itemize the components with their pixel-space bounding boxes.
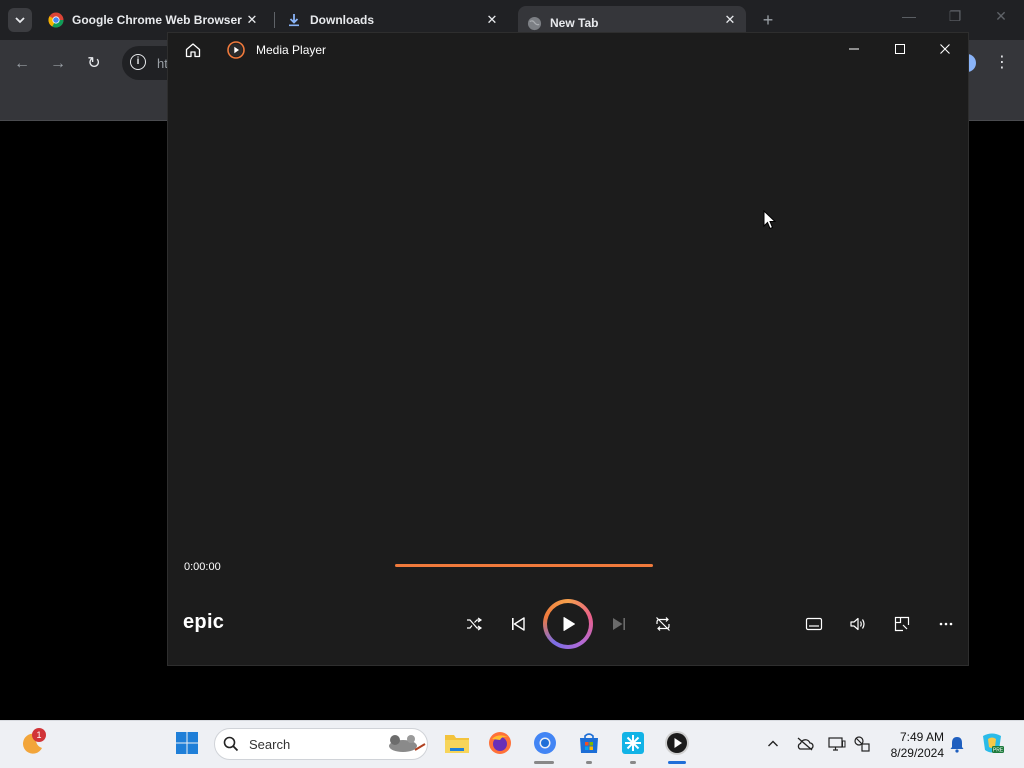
elapsed-time: 0:00:00 (184, 561, 221, 573)
new-tab-button[interactable]: + (758, 10, 778, 30)
more-horizontal-icon (939, 622, 953, 626)
file-explorer-taskbar-icon[interactable] (444, 730, 470, 756)
maximize-icon (895, 44, 905, 54)
volume-icon (850, 617, 865, 631)
running-indicator (534, 761, 554, 764)
media-player-titlebar: Media Player (168, 33, 968, 67)
app-taskbar-icon[interactable] (620, 730, 646, 756)
tab-divider (274, 12, 275, 28)
window-title: Media Player (256, 43, 327, 57)
next-icon (613, 618, 625, 630)
play-button[interactable] (543, 599, 593, 649)
notification-badge: 1 (32, 728, 46, 742)
clock-time: 7:49 AM (899, 730, 944, 744)
minimize-icon (849, 48, 859, 50)
tab-label: Downloads (310, 13, 375, 27)
folder-icon (445, 735, 469, 753)
chrome-icon (48, 12, 64, 28)
download-icon (286, 12, 302, 28)
tab-downloads[interactable]: Downloads ✕ (278, 6, 508, 34)
media-player-taskbar-icon[interactable] (664, 730, 690, 756)
shuffle-icon (467, 617, 483, 631)
captions-icon (805, 617, 823, 631)
tab-search-button[interactable] (8, 8, 32, 32)
mouse-cursor-icon (763, 210, 777, 230)
tab-chrome-web-browser[interactable]: Google Chrome Web Browser ✕ (40, 6, 268, 34)
running-indicator (630, 761, 636, 764)
clock-date: 8/29/2024 (890, 746, 944, 760)
running-indicator (586, 761, 592, 764)
previous-button[interactable] (506, 612, 530, 636)
bell-icon[interactable] (948, 735, 966, 753)
close-icon[interactable]: ✕ (484, 12, 500, 28)
maximize-button[interactable] (888, 39, 912, 59)
firefox-taskbar-icon[interactable] (487, 730, 513, 756)
search-icon (223, 736, 239, 752)
chrome-icon (534, 732, 556, 754)
tab-label: Google Chrome Web Browser (72, 13, 242, 27)
info-icon[interactable]: i (130, 54, 146, 70)
play-icon (563, 617, 575, 631)
back-icon[interactable]: ← (10, 52, 34, 76)
chrome-taskbar-icon[interactable] (532, 730, 558, 756)
play-button-inner (547, 603, 589, 645)
media-player-icon (665, 731, 689, 755)
store-taskbar-icon[interactable] (576, 730, 602, 756)
firefox-icon (489, 732, 511, 754)
captions-button[interactable] (802, 612, 826, 636)
album-brand-label: epic (183, 611, 225, 633)
miniplayer-icon (894, 616, 910, 632)
media-player-window: Media Player 0:00:00 epic (167, 32, 969, 666)
repeat-button[interactable] (651, 612, 675, 636)
minimize-icon[interactable]: — (897, 8, 921, 24)
start-button[interactable] (174, 730, 200, 756)
miniplayer-button[interactable] (890, 612, 914, 636)
chevron-up-icon[interactable] (764, 735, 782, 753)
windows-icon (176, 732, 198, 754)
close-icon[interactable]: ✕ (722, 12, 738, 28)
previous-icon (512, 617, 525, 631)
store-icon (580, 733, 598, 753)
next-button[interactable] (607, 612, 631, 636)
network-disconnected-icon[interactable] (853, 735, 871, 753)
active-indicator (668, 761, 686, 764)
tab-label: New Tab (550, 16, 599, 30)
chevron-down-icon (15, 17, 25, 24)
copilot-taskbar-icon[interactable]: PRE (979, 730, 1005, 756)
svg-text:PRE: PRE (993, 748, 1004, 754)
display-icon[interactable] (828, 735, 846, 753)
search-placeholder: Search (249, 737, 291, 752)
copilot-icon: PRE (983, 733, 1004, 754)
search-highlight-icon (389, 735, 426, 752)
more-options-button[interactable] (934, 612, 958, 636)
shuffle-button[interactable] (462, 612, 486, 636)
desktop: Google Chrome Web Browser ✕ Downloads ✕ … (0, 0, 1024, 768)
reload-icon[interactable]: ↻ (82, 52, 106, 76)
seek-bar[interactable] (395, 564, 653, 567)
volume-button[interactable] (846, 612, 870, 636)
media-player-app-icon (227, 41, 245, 59)
globe-icon (526, 15, 542, 31)
minimize-button[interactable] (842, 39, 866, 59)
forward-icon[interactable]: → (46, 52, 70, 76)
home-icon[interactable] (184, 41, 202, 59)
more-menu-icon[interactable]: ⋮ (994, 52, 1010, 74)
close-button[interactable] (933, 39, 957, 59)
close-icon[interactable]: ✕ (989, 8, 1013, 25)
onedrive-offline-icon[interactable] (796, 735, 814, 753)
repeat-off-icon (656, 617, 670, 631)
close-icon[interactable]: ✕ (244, 12, 260, 28)
close-icon (940, 44, 950, 54)
snowflake-app-icon (622, 732, 644, 754)
restore-icon[interactable]: ❐ (943, 8, 967, 25)
system-clock[interactable]: 7:49 AM 8/29/2024 (880, 729, 944, 761)
